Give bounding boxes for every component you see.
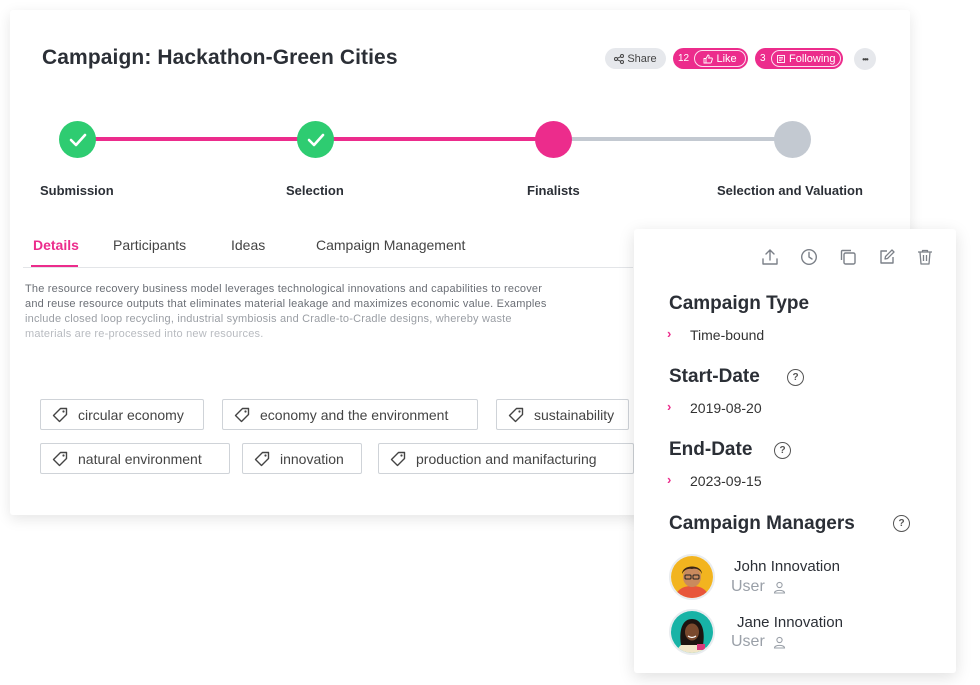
tag-chip[interactable]: natural environment [40,443,230,474]
description-line: include closed loop recycling, industria… [25,313,512,325]
tag-label: natural environment [78,450,202,467]
campaign-description: The resource recovery business model lev… [25,282,610,342]
manager-role-label: User [731,633,765,650]
active-tab-indicator [31,265,78,267]
tag-chip[interactable]: innovation [242,443,362,474]
help-icon[interactable]: ? [774,442,791,459]
history-button[interactable] [799,247,819,267]
help-icon[interactable]: ? [893,515,910,532]
campaign-type-value: Time-bound [690,327,765,343]
manager-role: User [731,578,786,596]
stage-label-selection: Selection [286,183,344,198]
stage-label-valuation: Selection and Valuation [717,183,863,198]
duplicate-button[interactable] [838,247,858,267]
share-button[interactable]: Share [605,48,666,69]
person-portrait-icon [671,556,713,598]
tab-participants[interactable]: Participants [113,237,186,253]
tag-chip[interactable]: circular economy [40,399,204,430]
check-icon [307,133,324,146]
tab-ideas[interactable]: Ideas [231,237,265,253]
tag-chip[interactable]: production and manifacturing [378,443,634,474]
manager-name: John Innovation [734,558,840,575]
progress-line-done-1 [78,137,316,141]
tag-icon [52,407,68,422]
following-button[interactable]: 3 Following [755,48,843,69]
manager-name: Jane Innovation [737,614,843,631]
more-icon: ••• [862,54,868,64]
stage-node-submission [59,121,96,158]
page-title: Campaign: Hackathon-Green Cities [42,46,398,69]
tag-icon [390,451,406,466]
tag-icon [254,451,270,466]
user-icon [773,636,785,649]
like-button[interactable]: 12 Like [673,48,748,69]
avatar-jane [669,609,715,655]
tag-label: circular economy [78,406,184,423]
delete-button[interactable] [915,247,935,267]
stage-label-submission: Submission [40,183,114,198]
follow-count: 3 [760,53,766,64]
edit-button[interactable] [877,247,897,267]
tag-chip[interactable]: sustainability [496,399,629,430]
tag-chip[interactable]: economy and the environment [222,399,478,430]
help-icon[interactable]: ? [787,369,804,386]
copy-icon [840,249,856,265]
manager-role-label: User [731,578,765,595]
tag-icon [52,451,68,466]
start-date-heading: Start-Date [669,366,760,387]
tab-campaign-management[interactable]: Campaign Management [316,237,465,253]
chevron-right-icon: › [667,399,672,414]
export-button[interactable] [760,247,780,267]
follow-label: Following [789,52,836,65]
like-count: 12 [678,53,690,64]
description-line: materials are re-processed into new reso… [25,328,264,340]
start-date-value: 2019-08-20 [690,400,762,416]
stage-node-valuation [774,121,811,158]
edit-icon [880,249,895,264]
more-options-button[interactable]: ••• [854,48,876,70]
page: Campaign: Hackathon-Green Cities Share 1… [0,0,980,685]
chevron-right-icon: › [667,472,672,487]
tag-label: production and manifacturing [416,450,597,467]
clock-icon [800,248,818,266]
thumbs-up-icon [704,54,714,63]
check-icon [69,133,86,146]
tag-label: economy and the environment [260,406,449,423]
manager-role: User [731,633,786,651]
stage-node-selection [297,121,334,158]
avatar-john [669,554,715,600]
tag-label: sustainability [534,406,615,423]
tag-icon [234,407,250,422]
user-icon [773,581,785,594]
progress-line-done-2 [316,137,554,141]
share-icon [614,53,625,64]
stage-label-finalists: Finalists [527,183,580,198]
description-line: The resource recovery business model lev… [25,283,543,295]
tag-label: innovation [280,450,344,467]
tab-details[interactable]: Details [33,237,79,253]
like-label: Like [716,52,737,65]
tag-icon [508,407,524,422]
like-pill: Like [694,50,746,67]
end-date-heading: End-Date [669,439,753,460]
chevron-right-icon: › [667,326,672,341]
progress-line-pending [554,137,792,141]
stage-node-finalists [535,121,572,158]
end-date-value: 2023-09-15 [690,473,762,489]
bookmark-icon [777,54,785,63]
campaign-managers-heading: Campaign Managers [669,513,855,534]
description-line: and reuse resource outputs that eliminat… [25,298,547,310]
upload-icon [762,249,778,265]
follow-pill: Following [770,50,841,67]
tab-bar: Details Participants Ideas Campaign Mana… [23,236,633,268]
trash-icon [918,249,932,265]
campaign-type-heading: Campaign Type [669,293,810,314]
share-label: Share [627,52,657,65]
person-portrait-icon [671,611,713,653]
